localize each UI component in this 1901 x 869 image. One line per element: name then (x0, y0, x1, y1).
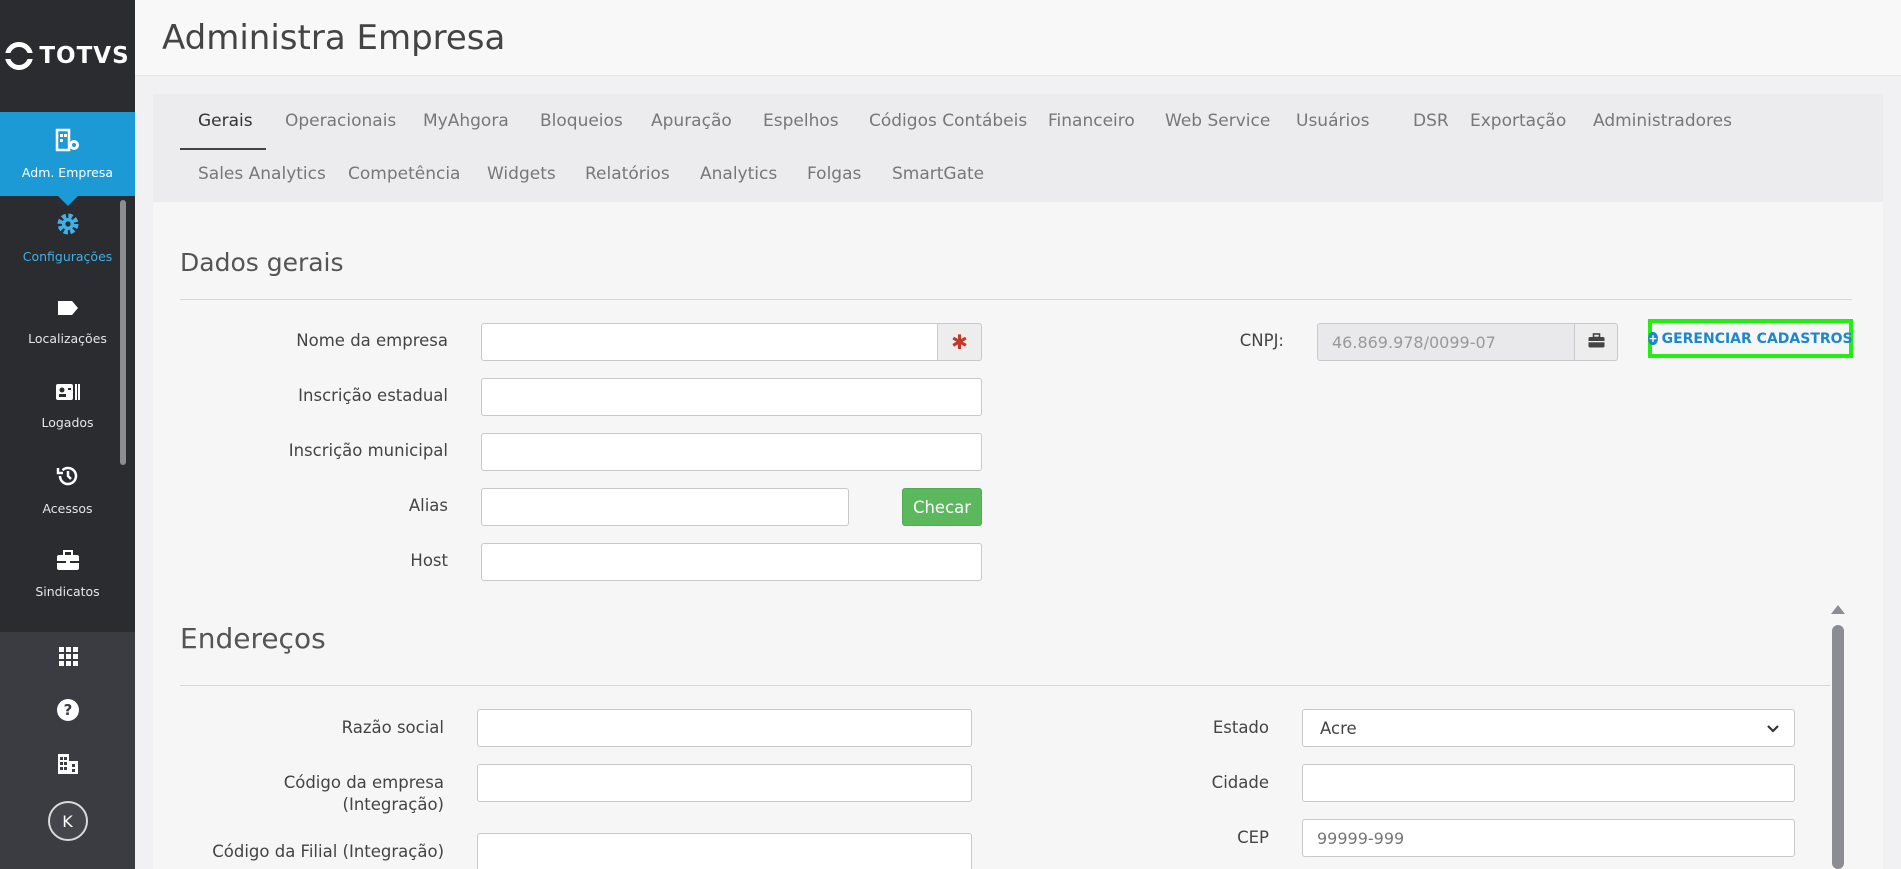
tab-operacionais[interactable]: Operacionais (285, 111, 396, 131)
user-menu[interactable]: K (0, 794, 135, 848)
company-icon (56, 753, 80, 781)
required-addon: ✱ (937, 323, 982, 361)
scroll-up-arrow-icon[interactable] (1831, 605, 1845, 614)
sidebar-item-logados[interactable]: Logados (0, 364, 135, 448)
checar-button[interactable]: Checar (902, 488, 982, 526)
estado-label: Estado (1212, 718, 1269, 737)
tab-widgets[interactable]: Widgets (487, 164, 556, 184)
host-label: Host (410, 551, 448, 570)
brand-name: TOTVS (39, 43, 130, 69)
sidebar-item-localizacoes[interactable]: Localizações (0, 280, 135, 364)
alias-input[interactable] (481, 488, 849, 526)
codigo-empresa-label-line1: Código da empresa (283, 773, 444, 792)
razao-social-label: Razão social (341, 718, 444, 737)
alias-label: Alias (408, 496, 448, 515)
tab-folgas[interactable]: Folgas (807, 164, 861, 184)
host-input[interactable] (481, 543, 982, 581)
codigo-empresa-label-line2: (Integração) (342, 795, 444, 814)
sidebar-scrollbar[interactable] (120, 200, 126, 465)
sidebar-item-adm-empresa[interactable]: Adm. Empresa (0, 112, 135, 206)
company-button[interactable] (0, 740, 135, 794)
sidebar-item-configuracoes[interactable]: Configurações (0, 196, 135, 280)
cnpj-label: CNPJ: (1239, 331, 1284, 350)
tab-competencia[interactable]: Competência (348, 164, 460, 184)
chevron-down-icon (1766, 719, 1780, 738)
content-scrollbar[interactable] (1832, 625, 1844, 869)
cep-input[interactable] (1302, 819, 1795, 857)
cidade-label: Cidade (1211, 773, 1269, 792)
page-title: Administra Empresa (162, 18, 506, 58)
razao-social-input[interactable] (477, 709, 972, 747)
codigo-empresa-label: Código da empresa (Integração) (196, 772, 444, 816)
estado-select[interactable]: Acre (1302, 709, 1795, 747)
plus-circle-icon: + (1648, 332, 1658, 345)
required-asterisk-icon: ✱ (951, 330, 968, 354)
tab-analytics[interactable]: Analytics (700, 164, 777, 184)
divider (180, 685, 1830, 686)
sidebar-item-acessos[interactable]: Acessos (0, 448, 135, 532)
help-button[interactable]: ? (0, 686, 135, 740)
gerenciar-cadastros-label: GERENCIAR CADASTROS (1661, 330, 1853, 347)
history-icon (56, 464, 80, 493)
grid-icon (58, 646, 78, 672)
sidebar-item-label: Acessos (42, 501, 93, 516)
codigo-filial-label: Código da Filial (Integração) (212, 842, 444, 861)
tab-espelhos[interactable]: Espelhos (763, 111, 839, 131)
tab-web-service[interactable]: Web Service (1165, 111, 1270, 131)
cidade-input[interactable] (1302, 764, 1795, 802)
apps-button[interactable] (0, 632, 135, 686)
inscricao-municipal-label: Inscrição municipal (288, 441, 448, 460)
main-card: Gerais Operacionais MyAhgora Bloqueios A… (153, 94, 1883, 869)
nome-empresa-label: Nome da empresa (296, 331, 448, 350)
sidebar-item-label: Sindicatos (35, 584, 100, 599)
totvs-logo-mark (5, 42, 34, 70)
tab-apuracao[interactable]: Apuração (651, 111, 732, 131)
codigo-filial-input[interactable] (477, 833, 972, 869)
estado-selected-value: Acre (1320, 718, 1357, 738)
help-icon: ? (56, 698, 80, 728)
sidebar-item-label: Configurações (22, 249, 113, 264)
sidebar-item-label: Adm. Empresa (21, 165, 114, 180)
tab-myahgora[interactable]: MyAhgora (423, 111, 509, 131)
totvs-logo[interactable]: TOTVS (0, 0, 135, 112)
briefcase-icon (1588, 332, 1605, 352)
sidebar-item-label: Logados (41, 415, 94, 430)
cnpj-addon-button[interactable] (1574, 323, 1618, 361)
id-card-icon (55, 382, 81, 407)
tabs-bar: Gerais Operacionais MyAhgora Bloqueios A… (153, 94, 1883, 202)
inscricao-estadual-input[interactable] (481, 378, 982, 416)
cep-label: CEP (1237, 828, 1269, 847)
codigo-empresa-input[interactable] (477, 764, 972, 802)
inscricao-estadual-label: Inscrição estadual (298, 386, 448, 405)
gear-icon (56, 212, 80, 241)
nome-empresa-input[interactable] (481, 323, 938, 361)
section-title-enderecos: Endereços (180, 622, 326, 655)
gerenciar-cadastros-button[interactable]: + GERENCIAR CADASTROS (1648, 319, 1853, 358)
tab-dsr[interactable]: DSR (1413, 111, 1449, 131)
divider (180, 299, 1852, 300)
building-gear-icon (55, 128, 81, 157)
sidebar-item-label: Localizações (28, 331, 107, 346)
inscricao-municipal-input[interactable] (481, 433, 982, 471)
section-title-dados-gerais: Dados gerais (180, 248, 344, 277)
tab-financeiro[interactable]: Financeiro (1048, 111, 1135, 131)
tab-gerais[interactable]: Gerais (198, 111, 253, 131)
sidebar-bottom: ? K (0, 632, 135, 869)
cnpj-input[interactable] (1317, 323, 1575, 361)
tab-smartgate[interactable]: SmartGate (892, 164, 984, 184)
tag-icon (56, 298, 80, 323)
tab-bloqueios[interactable]: Bloqueios (540, 111, 623, 131)
sidebar-item-sindicatos[interactable]: Sindicatos (0, 532, 135, 616)
active-tab-indicator (180, 148, 266, 150)
svg-text:?: ? (63, 701, 72, 719)
tab-sales-analytics[interactable]: Sales Analytics (198, 164, 326, 184)
briefcase-icon (56, 549, 80, 576)
avatar: K (47, 801, 88, 841)
tab-exportacao[interactable]: Exportação (1470, 111, 1566, 131)
tab-usuarios[interactable]: Usuários (1296, 111, 1369, 131)
tab-relatorios[interactable]: Relatórios (585, 164, 670, 184)
sidebar: TOTVS Adm. Empresa Configurações Localiz… (0, 0, 135, 869)
tab-administradores[interactable]: Administradores (1593, 111, 1732, 131)
tab-codigos-contabeis[interactable]: Códigos Contábeis (869, 111, 1027, 131)
